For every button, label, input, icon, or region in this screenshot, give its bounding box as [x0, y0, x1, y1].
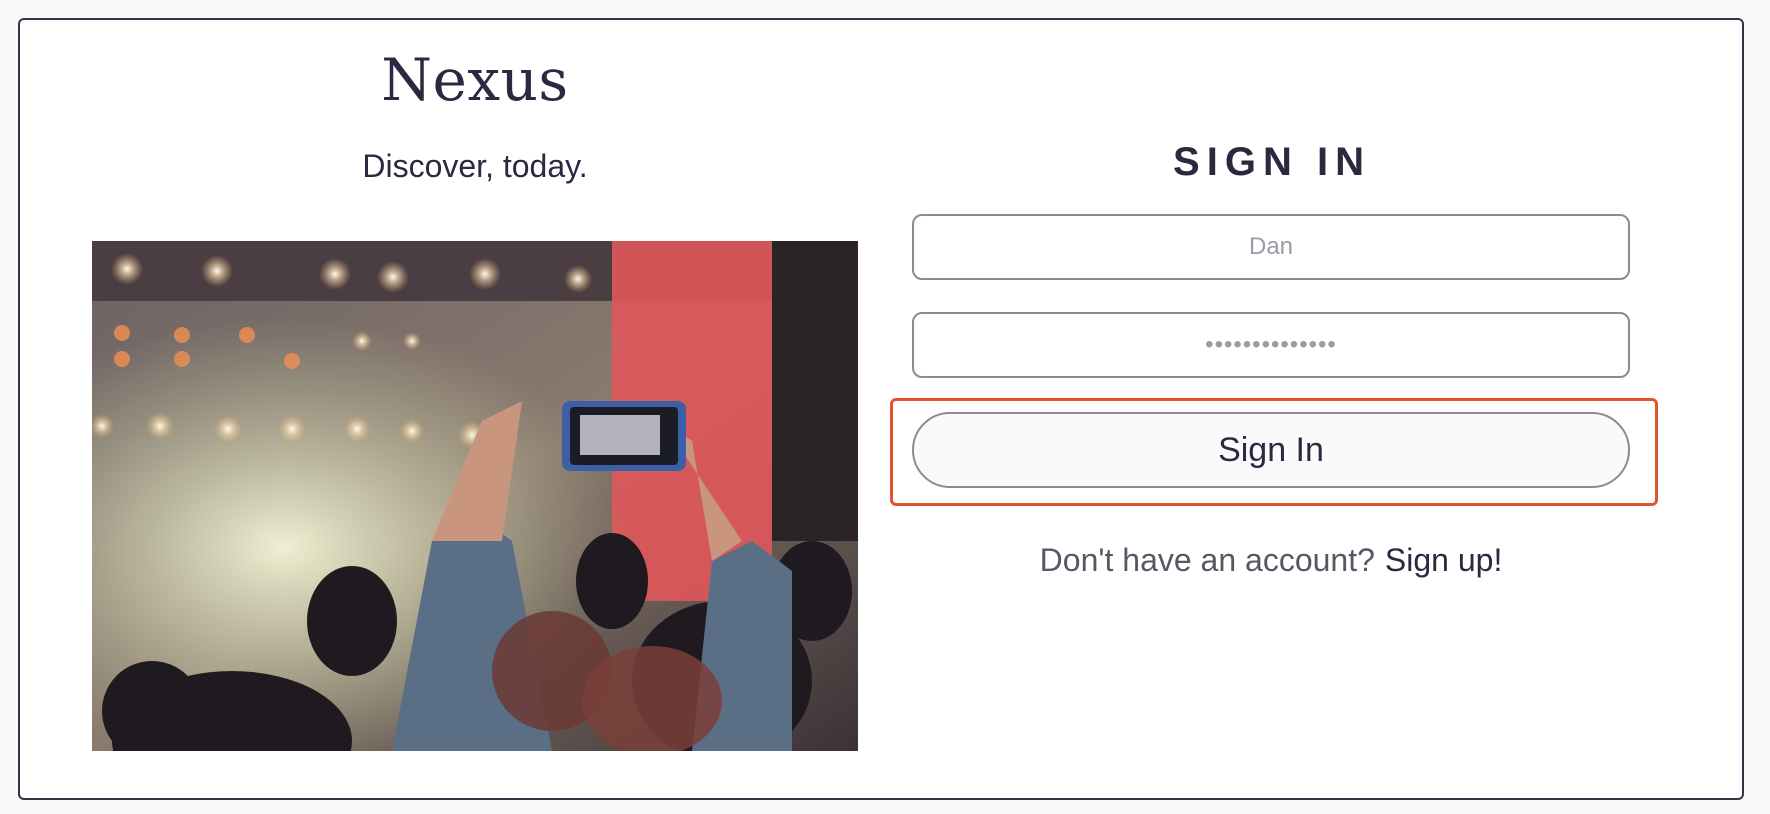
brand-logo-text: Nexus — [381, 46, 569, 114]
password-input[interactable] — [912, 312, 1630, 378]
sign-in-heading: SIGN IN — [1173, 140, 1371, 184]
username-input[interactable] — [912, 214, 1630, 280]
tagline: Discover, today. — [362, 148, 588, 184]
no-account-text: Don't have an account? — [1039, 542, 1375, 578]
hero-image — [92, 241, 858, 751]
signup-prompt: Don't have an account? Sign up! — [912, 542, 1630, 579]
sign-in-button[interactable]: Sign In — [912, 412, 1630, 488]
sign-up-link[interactable]: Sign up! — [1385, 542, 1502, 578]
